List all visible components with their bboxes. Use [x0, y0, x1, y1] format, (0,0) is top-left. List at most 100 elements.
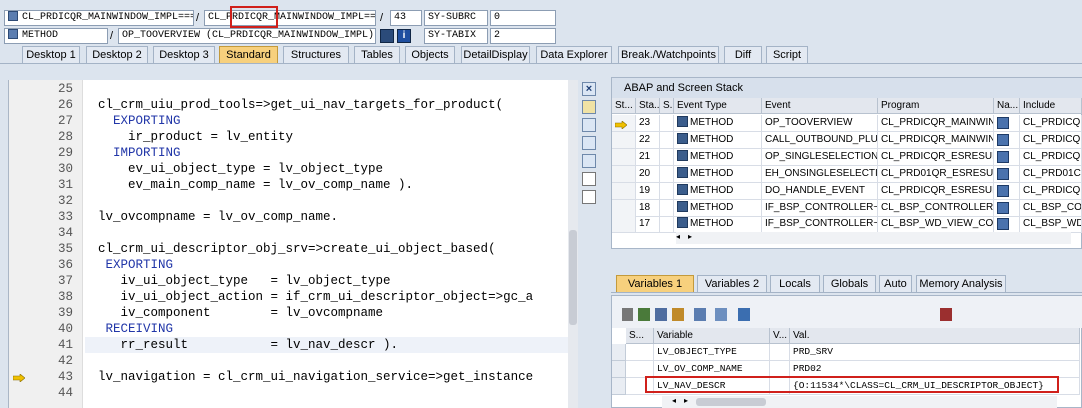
move-icon[interactable] [715, 308, 727, 321]
tab-detaildisplay[interactable]: DetailDisplay [461, 46, 530, 63]
swap-icon[interactable] [582, 154, 596, 168]
row-selector[interactable] [612, 361, 626, 378]
tree-icon[interactable] [582, 190, 596, 204]
tab-data-explorer[interactable]: Data Explorer [536, 46, 612, 63]
navigate-icon[interactable] [997, 117, 1009, 129]
event-field[interactable]: OP_TOOVERVIEW (CL_PRDICQR_MAINWINDOW_IMP… [118, 28, 376, 44]
sy-tabix-label: SY-TABIX [424, 28, 488, 44]
tab-breakpoints[interactable]: Break./Watchpoints [618, 46, 719, 63]
code-line: rr_result = lv_nav_descr ). [98, 338, 399, 352]
stack-column-header[interactable]: Na... [994, 98, 1020, 114]
expand-icon[interactable] [582, 136, 596, 150]
navigate-icon[interactable] [997, 150, 1009, 163]
program-field[interactable]: CL_PRDICQR_MAINWINDOW_IMPL=== [4, 10, 194, 26]
stack-column-header[interactable]: Event [762, 98, 878, 114]
source-code-editor[interactable]: 25 26 27 28 29 30 31 32 33 34 35 36 37 38 39 40 41 42 43 44… [8, 80, 578, 408]
display-icon[interactable] [380, 29, 394, 43]
open-icon[interactable] [738, 308, 750, 321]
stack-cell-include: CL_BSP_WD [1020, 216, 1082, 234]
tab-diff[interactable]: Diff [724, 46, 762, 63]
grid-icon[interactable] [638, 308, 650, 321]
save-icon[interactable] [655, 308, 667, 321]
tab-script[interactable]: Script [766, 46, 808, 63]
navigate-icon[interactable] [997, 167, 1009, 180]
scroll-thumb[interactable] [569, 230, 577, 325]
close-icon[interactable]: × [582, 82, 596, 96]
variables-column-header[interactable]: Variable [654, 328, 770, 344]
stack-row[interactable]: 19 METHOD DO_HANDLE_EVENT CL_PRDICQR_ESRESU… [612, 182, 1082, 200]
delete-icon[interactable] [622, 308, 633, 321]
stack-column-header[interactable]: Sta... [636, 98, 660, 114]
tab-tables[interactable]: Tables [354, 46, 400, 63]
stack-row[interactable]: 23 METHOD OP_TOOVERVIEW CL_PRDICQR_MAINWIND… [612, 115, 1082, 132]
new-session-icon[interactable] [582, 100, 596, 114]
vertical-toolbar: × [580, 80, 602, 215]
tab-variables-2[interactable]: Variables 2 [697, 275, 767, 292]
variables-scrollbar[interactable]: ◂ ▸ [662, 396, 1057, 408]
scroll-left-icon[interactable]: ◂ [672, 396, 676, 405]
method-icon [677, 166, 688, 178]
variables-column-header[interactable]: V... [770, 328, 790, 344]
tab-auto[interactable]: Auto [879, 275, 912, 292]
stack-column-header[interactable]: Event Type [674, 98, 762, 114]
tab-memory-analysis[interactable]: Memory Analysis [916, 275, 1006, 292]
import-icon[interactable] [672, 308, 684, 321]
stack-cell-event: OP_TOOVERVIEW [762, 115, 878, 132]
line-number-field[interactable]: 43 [390, 10, 422, 26]
object-icon [8, 11, 18, 21]
stack-column-header[interactable]: S... [660, 98, 674, 114]
stack-row[interactable]: 17 METHOD IF_BSP_CONTROLLER~H CL_BSP_WD_VIE… [612, 216, 1082, 234]
row-selector[interactable] [612, 378, 626, 395]
stack-scrollbar[interactable]: ◂ ▸ [676, 232, 1071, 244]
hierarchy-icon[interactable] [694, 308, 706, 321]
line-number: 26 [57, 98, 73, 112]
tab-standard[interactable]: Standard [219, 46, 278, 63]
event-type-field[interactable]: METHOD [4, 28, 108, 44]
stack-column-header[interactable]: Include [1020, 98, 1082, 114]
scroll-right-icon[interactable]: ▸ [684, 396, 688, 405]
variables-column-header[interactable]: S... [626, 328, 654, 344]
variable-row[interactable]: LV_OBJECT_TYPE PRD_SRV [612, 344, 1082, 361]
stack-row[interactable]: 22 METHOD CALL_OUTBOUND_PLUG CL_PRDICQR_MAI… [612, 131, 1082, 149]
save-variants-icon[interactable] [940, 308, 952, 321]
stack-row[interactable]: 20 METHOD EH_ONSINGLESELECTIONCL_PRD01QR_E… [612, 165, 1082, 183]
code-scrollbar[interactable] [568, 80, 578, 408]
method-icon [677, 200, 688, 212]
line-number: 31 [57, 178, 73, 192]
tab-desktop-3[interactable]: Desktop 3 [153, 46, 215, 63]
navigate-icon[interactable] [997, 133, 1009, 146]
scroll-thumb[interactable] [696, 398, 766, 406]
stack-row[interactable]: 18 METHOD IF_BSP_CONTROLLER~H CL_BSP_CONTRO… [612, 199, 1082, 217]
stack-cell-include: CL_PRD01C [1020, 165, 1082, 183]
variable-value[interactable]: PRD_SRV [790, 344, 1080, 361]
stack-column-header[interactable]: St... [612, 98, 636, 114]
method-icon [677, 183, 688, 195]
code-line: ir_product = lv_entity [98, 130, 294, 144]
layout-icon[interactable] [582, 118, 596, 132]
stack-cell-event-type: METHOD [674, 115, 762, 132]
code-line: IMPORTING [98, 146, 181, 160]
navigate-icon[interactable] [997, 201, 1009, 214]
tab-desktop-1[interactable]: Desktop 1 [22, 46, 80, 63]
row-selector[interactable] [612, 344, 626, 361]
tab-locals[interactable]: Locals [770, 275, 820, 292]
variables-column-header[interactable]: Val. [790, 328, 1080, 344]
variable-name[interactable]: LV_OBJECT_TYPE [654, 344, 770, 361]
tab-globals[interactable]: Globals [823, 275, 876, 292]
tab-objects[interactable]: Objects [405, 46, 455, 63]
tab-structures[interactable]: Structures [283, 46, 349, 63]
stack-cell-level: 23 [636, 115, 660, 132]
tab-desktop-2[interactable]: Desktop 2 [86, 46, 148, 63]
tab-variables-1[interactable]: Variables 1 [616, 275, 694, 292]
navigate-icon[interactable] [997, 184, 1009, 197]
navigate-icon[interactable] [997, 218, 1009, 231]
stack-row[interactable]: 21 METHOD OP_SINGLESELECTION CL_PRDICQR_ESR… [612, 148, 1082, 166]
info-icon[interactable]: i [397, 29, 411, 43]
headphones-icon[interactable] [582, 172, 596, 186]
stack-column-header[interactable]: Program [878, 98, 994, 114]
current-arrow-icon [614, 119, 628, 131]
code-line: EXPORTING [98, 114, 181, 128]
scroll-left-icon[interactable]: ◂ [676, 232, 680, 241]
scroll-right-icon[interactable]: ▸ [688, 232, 692, 241]
stack-cell-status [612, 148, 636, 166]
